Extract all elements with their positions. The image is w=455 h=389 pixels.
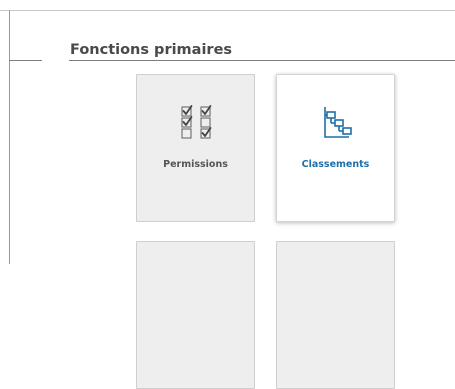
tile-permissions[interactable]: Permissions (136, 74, 255, 222)
left-panel-border (9, 10, 10, 264)
app-frame: Fonctions primaires Permissions Classeme… (0, 0, 455, 389)
top-border (0, 10, 455, 11)
tile-permissions-label: Permissions (163, 159, 228, 170)
tile-classements[interactable]: Classements (276, 74, 395, 222)
tile-row2-1[interactable] (136, 241, 255, 389)
section-title: Fonctions primaires (70, 42, 233, 58)
tile-row2-2[interactable] (276, 241, 395, 389)
left-panel-divider (9, 60, 42, 61)
hierarchy-icon (277, 103, 394, 145)
section-divider (69, 60, 455, 61)
tile-classements-label: Classements (301, 159, 370, 170)
checklist-icon (137, 103, 254, 145)
